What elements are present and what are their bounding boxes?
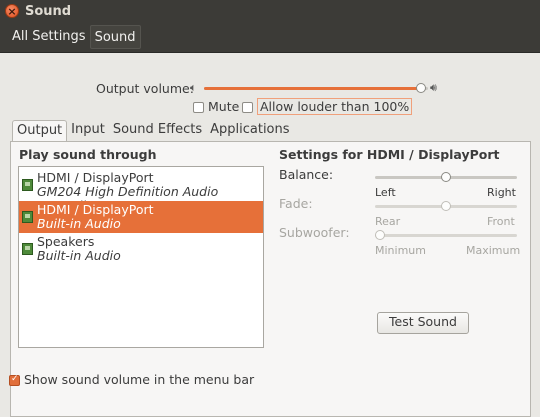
allow-louder-checkbox[interactable] xyxy=(242,102,253,113)
fade-slider xyxy=(375,201,517,213)
balance-label: Balance: xyxy=(279,167,334,182)
tab-input[interactable]: Input xyxy=(67,120,109,141)
main-content: Output volume: 🔈︎ 🔊︎ Mute Allow louder t… xyxy=(0,53,540,417)
tab-sound-effects[interactable]: Sound Effects xyxy=(109,120,206,141)
device-name: HDMI / DisplayPort xyxy=(37,202,154,217)
fade-knob xyxy=(441,201,451,211)
toolbar: All Settings Sound xyxy=(0,22,540,53)
volume-fill xyxy=(204,87,421,90)
subwoofer-max-label: Maximum xyxy=(466,244,521,257)
test-sound-button[interactable]: Test Sound xyxy=(377,312,469,334)
volume-knob[interactable] xyxy=(416,83,426,93)
list-item[interactable]: Speakers Built-in Audio xyxy=(19,233,263,265)
volume-low-icon: 🔈︎ xyxy=(190,81,197,94)
tab-output[interactable]: Output xyxy=(12,120,68,141)
tab-bar: Output Input Sound Effects Applications xyxy=(12,120,294,141)
allow-louder-label: Allow louder than 100% xyxy=(256,98,413,115)
breadcrumb-sound[interactable]: Sound xyxy=(89,25,141,49)
balance-knob[interactable] xyxy=(441,172,451,182)
settings-heading: Settings for HDMI / DisplayPort xyxy=(279,147,500,162)
output-volume-label: Output volume: xyxy=(96,81,194,96)
balance-right-label: Right xyxy=(487,186,516,199)
fade-front-label: Front xyxy=(487,215,515,228)
balance-left-label: Left xyxy=(375,186,396,199)
all-settings-button[interactable]: All Settings xyxy=(8,25,90,49)
show-volume-label: Show sound volume in the menu bar xyxy=(23,372,255,387)
device-description: Built-in Audio xyxy=(37,216,121,231)
allow-louder-option[interactable]: Allow louder than 100% xyxy=(242,98,413,115)
mute-checkbox[interactable] xyxy=(193,102,204,113)
sound-card-icon xyxy=(22,179,33,191)
play-through-heading: Play sound through xyxy=(19,147,157,162)
subwoofer-label: Subwoofer: xyxy=(279,225,350,240)
device-list: HDMI / DisplayPort GM204 High Definition… xyxy=(18,166,264,348)
sound-card-icon xyxy=(22,211,33,223)
window-title: Sound xyxy=(25,3,72,19)
show-volume-option[interactable]: Show sound volume in the menu bar xyxy=(9,372,254,387)
mute-option[interactable]: Mute xyxy=(193,99,239,114)
output-volume-slider[interactable] xyxy=(204,83,428,95)
balance-slider[interactable] xyxy=(375,172,517,184)
device-name: Speakers xyxy=(37,234,95,249)
subwoofer-slider xyxy=(375,230,517,242)
fade-label: Fade: xyxy=(279,196,313,211)
list-item[interactable]: HDMI / DisplayPort Built-in Audio xyxy=(19,201,263,233)
sound-card-icon xyxy=(22,243,33,255)
subwoofer-min-label: Minimum xyxy=(375,244,426,257)
title-bar: × Sound xyxy=(0,0,540,22)
fade-rear-label: Rear xyxy=(375,215,401,228)
volume-high-icon: 🔊︎ xyxy=(430,81,437,94)
device-description: Built-in Audio xyxy=(37,248,121,263)
subwoofer-knob xyxy=(375,230,385,240)
mute-label: Mute xyxy=(207,99,240,114)
device-name: HDMI / DisplayPort xyxy=(37,170,154,185)
show-volume-checkbox[interactable] xyxy=(9,374,20,386)
list-item[interactable]: HDMI / DisplayPort GM204 High Definition… xyxy=(19,169,263,213)
tab-applications[interactable]: Applications xyxy=(206,120,293,141)
subwoofer-track xyxy=(375,234,517,237)
close-icon[interactable]: × xyxy=(5,4,19,18)
